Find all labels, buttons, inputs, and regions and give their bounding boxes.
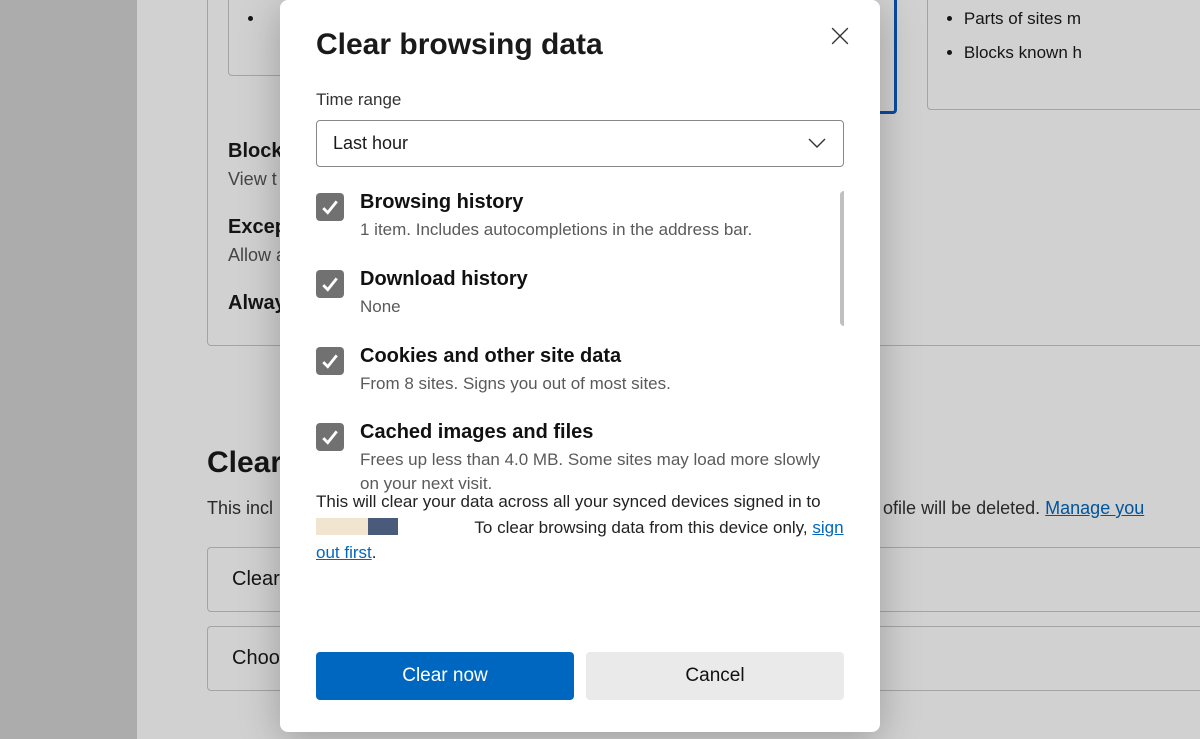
- chevron-down-icon: [807, 133, 827, 154]
- browsing-history-checkbox[interactable]: [316, 193, 344, 221]
- data-type-subtitle: 1 item. Includes autocompletions in the …: [360, 218, 752, 242]
- time-range-select[interactable]: Last hour: [316, 120, 844, 167]
- data-type-row: Browsing history 1 item. Includes autoco…: [316, 191, 824, 242]
- data-type-subtitle: None: [360, 295, 528, 319]
- close-icon: [831, 27, 849, 45]
- data-type-subtitle: Frees up less than 4.0 MB. Some sites ma…: [360, 448, 824, 496]
- redacted-account: [368, 518, 398, 535]
- close-button[interactable]: [822, 18, 858, 54]
- data-type-row: Cookies and other site data From 8 sites…: [316, 345, 824, 396]
- checkmark-icon: [321, 352, 339, 370]
- cookies-checkbox[interactable]: [316, 347, 344, 375]
- data-type-subtitle: From 8 sites. Signs you out of most site…: [360, 372, 671, 396]
- data-type-title: Cookies and other site data: [360, 345, 671, 368]
- cached-images-checkbox[interactable]: [316, 423, 344, 451]
- data-type-title: Browsing history: [360, 191, 752, 214]
- scrollbar-thumb[interactable]: [840, 191, 844, 326]
- data-type-row: Download history None: [316, 268, 824, 319]
- data-type-row: Cached images and files Frees up less th…: [316, 421, 824, 496]
- time-range-value: Last hour: [333, 133, 408, 154]
- data-type-title: Cached images and files: [360, 421, 824, 444]
- time-range-label: Time range: [316, 90, 844, 110]
- checkmark-icon: [321, 198, 339, 216]
- redacted-account: [398, 518, 470, 535]
- checkmark-icon: [321, 428, 339, 446]
- data-type-title: Download history: [360, 268, 528, 291]
- dialog-title: Clear browsing data: [316, 28, 844, 62]
- clear-browsing-data-dialog: Clear browsing data Time range Last hour…: [280, 0, 880, 732]
- checkmark-icon: [321, 275, 339, 293]
- data-type-list: Browsing history 1 item. Includes autoco…: [316, 191, 844, 501]
- download-history-checkbox[interactable]: [316, 270, 344, 298]
- cancel-button[interactable]: Cancel: [586, 652, 844, 700]
- clear-now-button[interactable]: Clear now: [316, 652, 574, 700]
- redacted-account: [316, 518, 368, 535]
